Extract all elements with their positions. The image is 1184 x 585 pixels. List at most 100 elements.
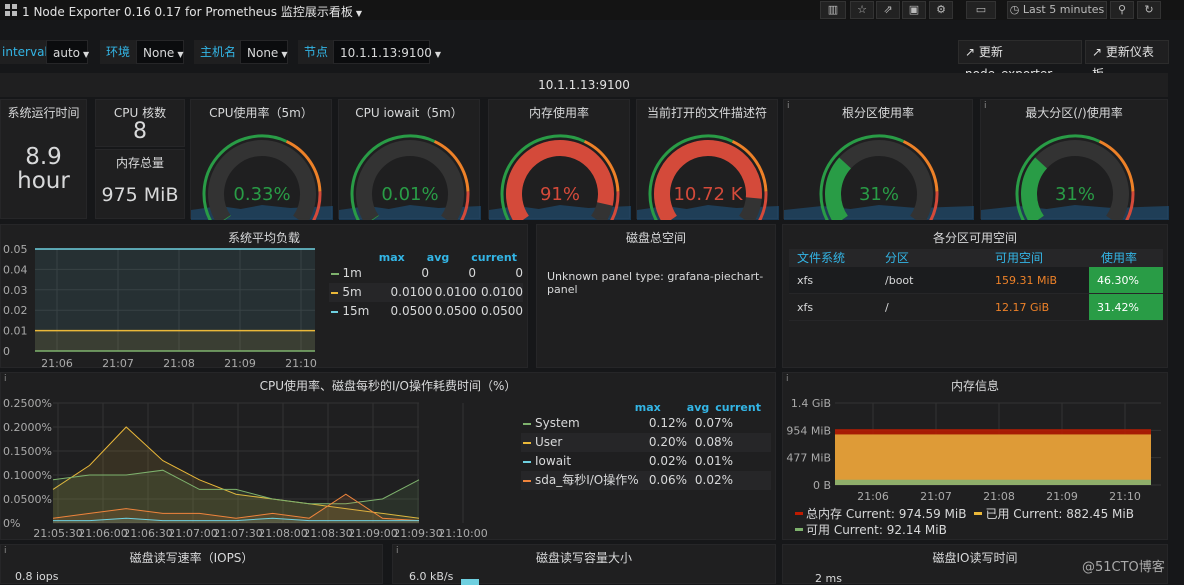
- gauge-panel: CPU使用率（5m）0.33%: [190, 99, 332, 219]
- legend-avg: 0.07%: [687, 414, 733, 433]
- legend-series-name[interactable]: 15m: [342, 302, 390, 321]
- legend-swatch: [974, 512, 982, 515]
- legend-series-name[interactable]: User: [535, 433, 647, 452]
- settings-button[interactable]: ⚙: [929, 1, 953, 19]
- legend-series-name[interactable]: 1m: [343, 264, 392, 283]
- legend-series-name[interactable]: System: [535, 414, 647, 433]
- update-node-exporter-link[interactable]: ↗ 更新node_exporter: [958, 40, 1082, 64]
- host-label: 主机名: [194, 40, 242, 64]
- gauge-value: 0.33%: [233, 184, 290, 205]
- legend-swatch: [331, 292, 338, 294]
- cell-fs: xfs: [789, 294, 881, 320]
- load-chart[interactable]: 0.050.040.030.020.01021:0621:0721:0821:0…: [1, 243, 321, 369]
- watermark: @51CTO博客: [1082, 556, 1165, 575]
- legend-series-name[interactable]: 5m: [342, 283, 390, 302]
- cell-avail: 12.17 GiB: [991, 294, 1089, 320]
- x-tick-label: 21:07: [102, 357, 134, 369]
- save-button[interactable]: ▣: [902, 1, 926, 19]
- row-header[interactable]: 10.1.1.13:9100: [0, 73, 1168, 97]
- y-tick-label: 477 MiB: [786, 452, 831, 465]
- legend-item[interactable]: 已用 Current: 882.45 MiB: [974, 506, 1133, 522]
- legend-max: 0.0500: [391, 302, 431, 321]
- y-tick-label: 954 MiB: [786, 424, 831, 437]
- gauge-panel: i根分区使用率31%: [783, 99, 973, 219]
- chevron-down-icon: ▼: [356, 9, 362, 18]
- cpu-io-chart[interactable]: 0.2500%0.2000%0.1500%0.1000%0.0500%0%21:…: [1, 391, 511, 541]
- legend-current: 0.0100: [477, 283, 523, 302]
- gauge-panel: i最大分区(/)使用率31%: [980, 99, 1168, 219]
- cpu-cores-panel: CPU 核数 8: [95, 99, 185, 147]
- interval-select[interactable]: auto▼: [46, 40, 88, 64]
- share-button[interactable]: ⇗: [876, 1, 900, 19]
- col-header-mount[interactable]: 分区: [881, 249, 991, 267]
- gauge-svg: 10.72 K: [637, 116, 779, 220]
- legend-avg: 0.01%: [687, 452, 733, 471]
- bar-mark: [461, 579, 479, 585]
- legend-series-name[interactable]: Iowait: [535, 452, 647, 471]
- legend-header-current: current: [471, 251, 517, 264]
- legend-header-current: current: [715, 401, 761, 414]
- gauge-value: 31%: [1055, 184, 1095, 205]
- y-tick-label: 0.2500%: [3, 397, 52, 410]
- search-minus-icon: ⚲: [1118, 3, 1126, 16]
- x-tick-label: 21:10: [1109, 490, 1141, 503]
- node-select[interactable]: 10.1.1.13:9100▼: [333, 40, 430, 64]
- time-picker[interactable]: ◷ Last 5 minutes: [1007, 1, 1107, 19]
- legend-item[interactable]: 总内存 Current: 974.59 MiB: [795, 506, 966, 522]
- legend-series-name[interactable]: sda_每秒I/O操作%: [535, 471, 647, 490]
- legend-avg: 0: [429, 264, 476, 283]
- update-dashboard-link[interactable]: ↗ 更新仪表板: [1085, 40, 1169, 64]
- legend-current: 0.0500: [477, 302, 523, 321]
- share-icon: ⇗: [883, 3, 892, 16]
- dashboard-title[interactable]: 1 Node Exporter 0.16 0.17 for Prometheus…: [22, 3, 362, 20]
- legend-row: User0.20%0.08%: [521, 433, 771, 452]
- legend-header-avg: avg: [427, 251, 449, 264]
- legend-max: 0.20%: [647, 433, 687, 452]
- mem-info-chart[interactable]: 1.4 GiB954 MiB477 MiB0 B21:0621:0721:082…: [783, 391, 1167, 503]
- col-header-usage[interactable]: 使用率: [1089, 249, 1163, 267]
- col-header-fs[interactable]: 文件系统: [789, 249, 881, 267]
- gauge-svg: 31%: [784, 116, 974, 220]
- x-tick-label: 21:10:00: [438, 527, 487, 540]
- y-tick-label: 6.0 kB/s: [409, 570, 453, 583]
- disk-total-panel: 磁盘总空间 Unknown panel type: grafana-piecha…: [536, 224, 776, 368]
- cell-fs: xfs: [789, 267, 881, 293]
- panel-title: 各分区可用空间: [783, 229, 1167, 246]
- legend-avg: 0.02%: [687, 471, 733, 490]
- add-panel-button[interactable]: ▥: [820, 1, 846, 19]
- legend-swatch: [523, 442, 531, 444]
- y-tick-label: 0.02: [3, 304, 28, 317]
- legend-max: 0: [391, 264, 429, 283]
- series-area-used: [835, 434, 1151, 485]
- x-tick-label: 21:07: [920, 490, 952, 503]
- x-tick-label: 21:06: [857, 490, 889, 503]
- legend-item[interactable]: 可用 Current: 92.14 MiB: [795, 522, 947, 538]
- bar-chart-icon: ▥: [828, 3, 838, 16]
- legend-swatch: [331, 311, 338, 313]
- x-tick-label: 21:07:30: [213, 527, 262, 540]
- zoom-out-button[interactable]: ⚲: [1110, 1, 1134, 19]
- x-tick-label: 21:08:30: [303, 527, 352, 540]
- load-panel: 系统平均负载 0.050.040.030.020.01021:0621:0721…: [0, 224, 528, 368]
- cpu-io-panel: i CPU使用率、磁盘每秒的I/O操作耗费时间（%） 0.2500%0.2000…: [0, 372, 776, 540]
- x-tick-label: 21:05:30: [33, 527, 82, 540]
- refresh-button[interactable]: ↻: [1137, 1, 1161, 19]
- x-tick-label: 21:10: [285, 357, 317, 369]
- y-tick-label: 0.01: [3, 325, 28, 338]
- col-header-avail[interactable]: 可用空间: [991, 249, 1089, 267]
- monitor-icon: ▭: [976, 3, 986, 16]
- refresh-icon: ↻: [1144, 3, 1153, 16]
- dashboard-grid-icon[interactable]: [5, 4, 17, 16]
- star-button[interactable]: ☆: [850, 1, 874, 19]
- sparkline-area: [784, 205, 974, 220]
- env-select[interactable]: None▼: [136, 40, 184, 64]
- cell-usage: 31.42%: [1089, 294, 1163, 320]
- y-tick-label: 0.8 iops: [15, 570, 59, 583]
- host-select[interactable]: None▼: [240, 40, 288, 64]
- cycle-view-button[interactable]: ▭: [966, 1, 996, 19]
- y-tick-label: 0: [3, 345, 10, 358]
- x-tick-label: 21:06:00: [78, 527, 127, 540]
- node-label: 节点: [298, 40, 334, 64]
- mem-info-panel: i 内存信息 1.4 GiB954 MiB477 MiB0 B21:0621:0…: [782, 372, 1168, 540]
- panel-title: 磁盘读写容量大小: [393, 549, 775, 566]
